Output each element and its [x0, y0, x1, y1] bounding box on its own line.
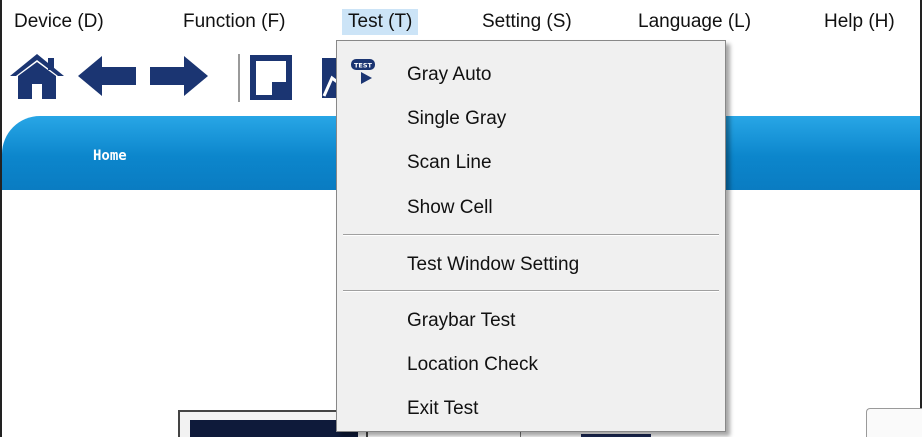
forward-arrow-icon[interactable] [148, 52, 210, 100]
menu-item-location-check[interactable]: Location Check [337, 343, 725, 387]
menu-language[interactable]: Language (L) [632, 9, 757, 35]
menu-item-label: Location Check [407, 354, 538, 375]
test-dropdown-menu: TEST Gray Auto Single Gray Scan Line Sho… [336, 40, 726, 432]
menu-item-label: Gray Auto [407, 64, 492, 85]
preview-screen [190, 420, 358, 437]
test-badge-icon: TEST [351, 59, 375, 84]
menu-item-label: Graybar Test [407, 310, 516, 331]
menu-function[interactable]: Function (F) [177, 9, 291, 35]
menu-item-scan-line[interactable]: Scan Line [337, 141, 725, 185]
menu-item-graybar-test[interactable]: Graybar Test [337, 299, 725, 343]
nav-home-tab[interactable]: Home [93, 148, 127, 164]
home-icon[interactable] [8, 52, 66, 100]
test-badge-text: TEST [354, 62, 373, 70]
menu-item-label: Test Window Setting [407, 254, 580, 275]
menu-setting[interactable]: Setting (S) [476, 9, 578, 35]
menu-item-label: Scan Line [407, 152, 492, 173]
menu-item-label: Show Cell [407, 197, 493, 218]
menu-separator [343, 290, 719, 292]
toolbar-separator [238, 54, 240, 102]
side-button[interactable] [866, 408, 922, 437]
menu-item-show-cell[interactable]: Show Cell [337, 186, 725, 230]
menu-item-single-gray[interactable]: Single Gray [337, 97, 725, 141]
menu-item-exit-test[interactable]: Exit Test [337, 387, 725, 431]
save-icon[interactable] [250, 52, 294, 100]
menu-separator [343, 234, 719, 236]
menu-bar: Device (D) Function (F) Test (T) Setting… [2, 0, 920, 40]
menu-item-label: Exit Test [407, 398, 479, 419]
menu-item-test-window-setting[interactable]: Test Window Setting [337, 243, 725, 287]
menu-device[interactable]: Device (D) [8, 9, 110, 35]
back-arrow-icon[interactable] [76, 52, 138, 100]
menu-item-label: Single Gray [407, 108, 507, 129]
menu-item-gray-auto[interactable]: TEST Gray Auto [337, 53, 725, 97]
menu-help[interactable]: Help (H) [818, 9, 901, 35]
menu-test[interactable]: Test (T) [342, 9, 419, 35]
